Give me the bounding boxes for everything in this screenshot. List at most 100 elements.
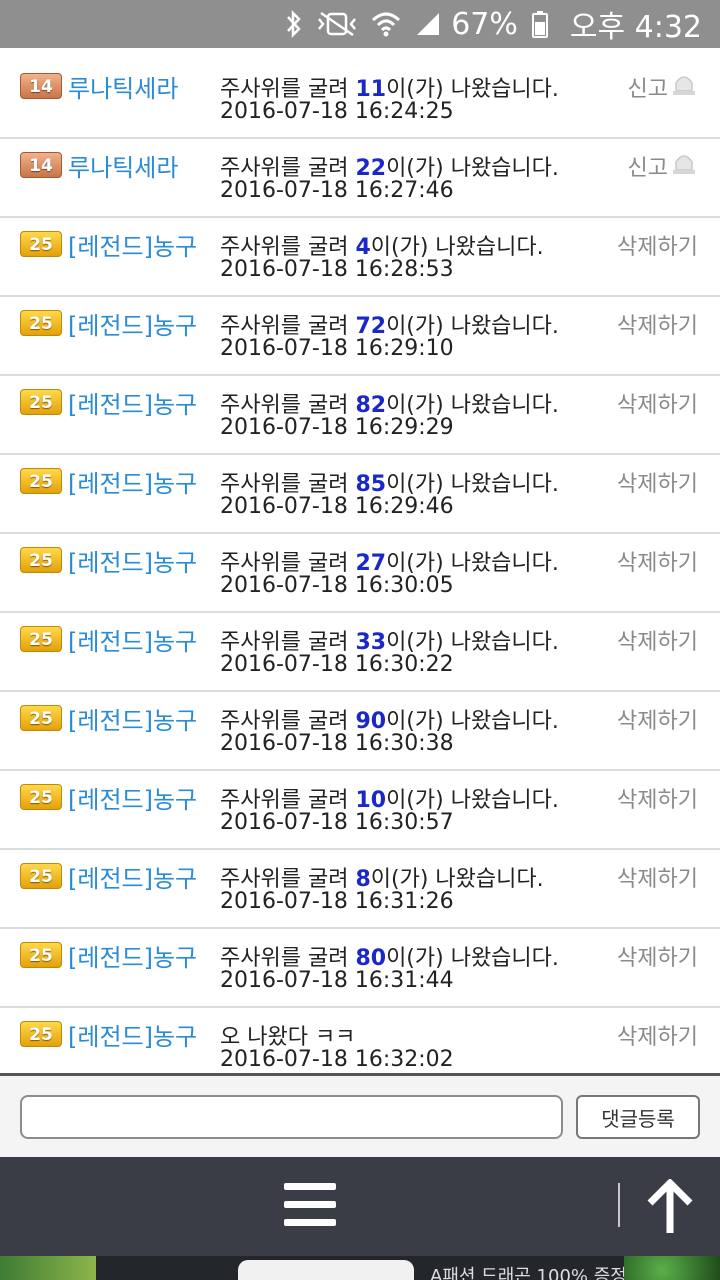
comment-row: 25 [레전드]농구 주사위를 굴려 90이(가) 나왔습니다. 2016-07-18… xyxy=(0,692,720,771)
username-link[interactable]: [레전드]농구 xyxy=(68,543,197,578)
delete-label: 삭제하기 xyxy=(617,709,698,734)
siren-icon xyxy=(670,150,698,182)
level-badge: 25 xyxy=(20,784,62,810)
comment-row: 25 [레전드]농구 주사위를 굴려 82이(가) 나왔습니다. 2016-07-18… xyxy=(0,376,720,455)
comment-timestamp: 2016-07-18 16:30:22 xyxy=(220,652,454,677)
username-link[interactable]: [레전드]농구 xyxy=(68,780,197,815)
username-link[interactable]: [레전드]농구 xyxy=(68,622,197,657)
comment-timestamp: 2016-07-18 16:30:57 xyxy=(220,810,454,835)
level-badge: 25 xyxy=(20,1021,62,1047)
delete-button[interactable]: 삭제하기 xyxy=(617,940,698,972)
battery-percent: 67% xyxy=(451,6,518,42)
level-badge: 25 xyxy=(20,863,62,889)
clock: 오후 4:32 xyxy=(569,10,702,45)
delete-label: 삭제하기 xyxy=(617,630,698,655)
username-link[interactable]: [레전드]농구 xyxy=(68,385,197,420)
username-link[interactable]: [레전드]농구 xyxy=(68,859,197,894)
comment-row: 25 [레전드]농구 주사위를 굴려 10이(가) 나왔습니다. 2016-07-18… xyxy=(0,771,720,850)
username-link[interactable]: [레전드]농구 xyxy=(68,701,197,736)
arrow-up-icon[interactable] xyxy=(640,1178,700,1235)
delete-button[interactable]: 삭제하기 xyxy=(617,782,698,814)
delete-button[interactable]: 삭제하기 xyxy=(617,229,698,261)
signal-icon xyxy=(415,11,441,37)
comment-row: 25 [레전드]농구 주사위를 굴려 8이(가) 나왔습니다. 2016-07-18 … xyxy=(0,850,720,929)
comment-form: 댓글등록 xyxy=(0,1073,720,1157)
nav-divider xyxy=(618,1183,620,1227)
username-link[interactable]: [레전드]농구 xyxy=(68,306,197,341)
hamburger-menu-icon[interactable] xyxy=(284,1183,336,1227)
status-bar: 67% 오후 4:32 xyxy=(0,0,720,48)
comment-input[interactable] xyxy=(20,1095,563,1139)
delete-button[interactable]: 삭제하기 xyxy=(617,1019,698,1051)
comment-timestamp: 2016-07-18 16:32:02 xyxy=(220,1047,454,1072)
comment-timestamp: 2016-07-18 16:31:44 xyxy=(220,968,454,993)
report-button[interactable]: 신고 xyxy=(628,71,698,103)
report-label: 신고 xyxy=(627,77,668,102)
comment-timestamp: 2016-07-18 16:24:25 xyxy=(220,99,454,124)
ad-image-left xyxy=(0,1256,96,1280)
comment-list: 14 루나틱세라 주사위를 굴려 11이(가) 나왔습니다. 2016-07-18 1… xyxy=(0,48,720,1087)
battery-icon xyxy=(531,10,548,38)
level-badge: 25 xyxy=(20,468,62,494)
level-badge: 25 xyxy=(20,705,62,731)
ad-text: A패션 드래곤 100% 증정 xyxy=(430,1266,627,1280)
delete-label: 삭제하기 xyxy=(617,314,698,339)
delete-label: 삭제하기 xyxy=(617,551,698,576)
wifi-icon xyxy=(371,11,401,37)
comment-timestamp: 2016-07-18 16:31:26 xyxy=(220,889,454,914)
submit-comment-button[interactable]: 댓글등록 xyxy=(576,1095,700,1139)
comment-timestamp: 2016-07-18 16:30:38 xyxy=(220,731,454,756)
comment-row: 14 루나틱세라 주사위를 굴려 11이(가) 나왔습니다. 2016-07-18 1… xyxy=(0,48,720,139)
level-badge: 25 xyxy=(20,231,62,257)
vibrate-mute-icon xyxy=(317,11,357,37)
comment-row: 25 [레전드]농구 주사위를 굴려 80이(가) 나왔습니다. 2016-07-18… xyxy=(0,929,720,1008)
delete-button[interactable]: 삭제하기 xyxy=(617,624,698,656)
comment-row: 25 [레전드]농구 주사위를 굴려 27이(가) 나왔습니다. 2016-07-18… xyxy=(0,534,720,613)
delete-label: 삭제하기 xyxy=(617,235,698,260)
level-badge: 25 xyxy=(20,389,62,415)
ad-banner[interactable]: A패션 드래곤 100% 증정 xyxy=(0,1256,720,1280)
level-badge: 14 xyxy=(20,73,62,99)
siren-icon xyxy=(670,71,698,103)
username-link[interactable]: [레전드]농구 xyxy=(68,227,197,262)
report-button[interactable]: 신고 xyxy=(628,150,698,182)
bluetooth-icon xyxy=(285,9,303,39)
comment-timestamp: 2016-07-18 16:30:05 xyxy=(220,573,454,598)
delete-label: 삭제하기 xyxy=(617,867,698,892)
username-link[interactable]: [레전드]농구 xyxy=(68,464,197,499)
comment-timestamp: 2016-07-18 16:29:46 xyxy=(220,494,454,519)
comment-timestamp: 2016-07-18 16:29:10 xyxy=(220,336,454,361)
username-link[interactable]: [레전드]농구 xyxy=(68,1017,197,1052)
delete-label: 삭제하기 xyxy=(617,393,698,418)
delete-button[interactable]: 삭제하기 xyxy=(617,308,698,340)
delete-label: 삭제하기 xyxy=(617,788,698,813)
report-label: 신고 xyxy=(627,156,668,181)
bottom-nav xyxy=(0,1157,720,1256)
comment-row: 25 [레전드]농구 주사위를 굴려 85이(가) 나왔습니다. 2016-07-18… xyxy=(0,455,720,534)
comment-timestamp: 2016-07-18 16:29:29 xyxy=(220,415,454,440)
username-link[interactable]: 루나틱세라 xyxy=(68,69,178,104)
delete-button[interactable]: 삭제하기 xyxy=(617,861,698,893)
comment-timestamp: 2016-07-18 16:27:46 xyxy=(220,178,454,203)
comment-row: 25 [레전드]농구 주사위를 굴려 72이(가) 나왔습니다. 2016-07-18… xyxy=(0,297,720,376)
ad-image-right xyxy=(624,1256,720,1280)
level-badge: 25 xyxy=(20,310,62,336)
level-badge: 25 xyxy=(20,626,62,652)
delete-button[interactable]: 삭제하기 xyxy=(617,387,698,419)
username-link[interactable]: 루나틱세라 xyxy=(68,148,178,183)
username-link[interactable]: [레전드]농구 xyxy=(68,938,197,973)
comment-row: 14 루나틱세라 주사위를 굴려 22이(가) 나왔습니다. 2016-07-18 1… xyxy=(0,139,720,218)
delete-label: 삭제하기 xyxy=(617,946,698,971)
delete-button[interactable]: 삭제하기 xyxy=(617,545,698,577)
comment-row: 25 [레전드]농구 주사위를 굴려 4이(가) 나왔습니다. 2016-07-18 … xyxy=(0,218,720,297)
ad-logo xyxy=(238,1260,414,1280)
comment-row: 25 [레전드]농구 주사위를 굴려 33이(가) 나왔습니다. 2016-07-18… xyxy=(0,613,720,692)
level-badge: 14 xyxy=(20,152,62,178)
level-badge: 25 xyxy=(20,942,62,968)
level-badge: 25 xyxy=(20,547,62,573)
comment-timestamp: 2016-07-18 16:28:53 xyxy=(220,257,454,282)
delete-button[interactable]: 삭제하기 xyxy=(617,466,698,498)
delete-button[interactable]: 삭제하기 xyxy=(617,703,698,735)
delete-label: 삭제하기 xyxy=(617,1025,698,1050)
delete-label: 삭제하기 xyxy=(617,472,698,497)
